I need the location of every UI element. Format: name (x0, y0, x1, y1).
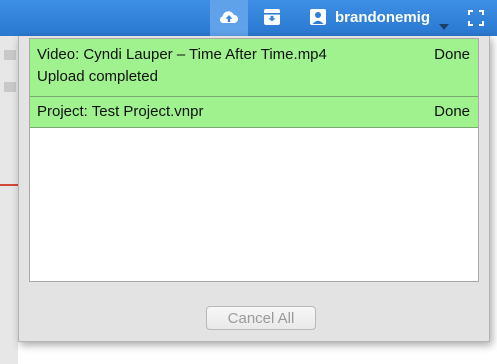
upload-item-detail: Upload completed (37, 68, 158, 85)
upload-item[interactable]: Video: Cyndi Lauper – Time After Time.mp… (30, 39, 478, 97)
upload-item-title: Video: Cyndi Lauper – Time After Time.mp… (37, 46, 327, 63)
upload-item-status: Done (434, 46, 470, 63)
archive-icon[interactable] (263, 8, 281, 26)
upload-item[interactable]: Project: Test Project.vnpr Done (30, 97, 478, 128)
top-bar: brandonemig (0, 0, 497, 36)
username-label[interactable]: brandonemig (335, 9, 430, 26)
uploads-popover: Video: Cyndi Lauper – Time After Time.mp… (18, 36, 490, 342)
page: brandonemig Video: Cyndi Lauper – Time A… (0, 0, 497, 364)
chevron-down-icon[interactable] (439, 24, 449, 30)
user-icon[interactable] (309, 8, 327, 26)
background-mark (4, 50, 16, 60)
upload-item-title: Project: Test Project.vnpr (37, 103, 204, 120)
upload-button[interactable] (210, 0, 248, 36)
background-divider (0, 184, 18, 186)
upload-item-status: Done (434, 103, 470, 120)
background-app-edge (0, 36, 18, 364)
cancel-all-button[interactable]: Cancel All (206, 306, 316, 330)
background-mark (4, 82, 16, 92)
uploads-list[interactable]: Video: Cyndi Lauper – Time After Time.mp… (29, 38, 479, 282)
upload-cloud-icon (219, 11, 238, 24)
fullscreen-icon[interactable] (468, 10, 484, 26)
